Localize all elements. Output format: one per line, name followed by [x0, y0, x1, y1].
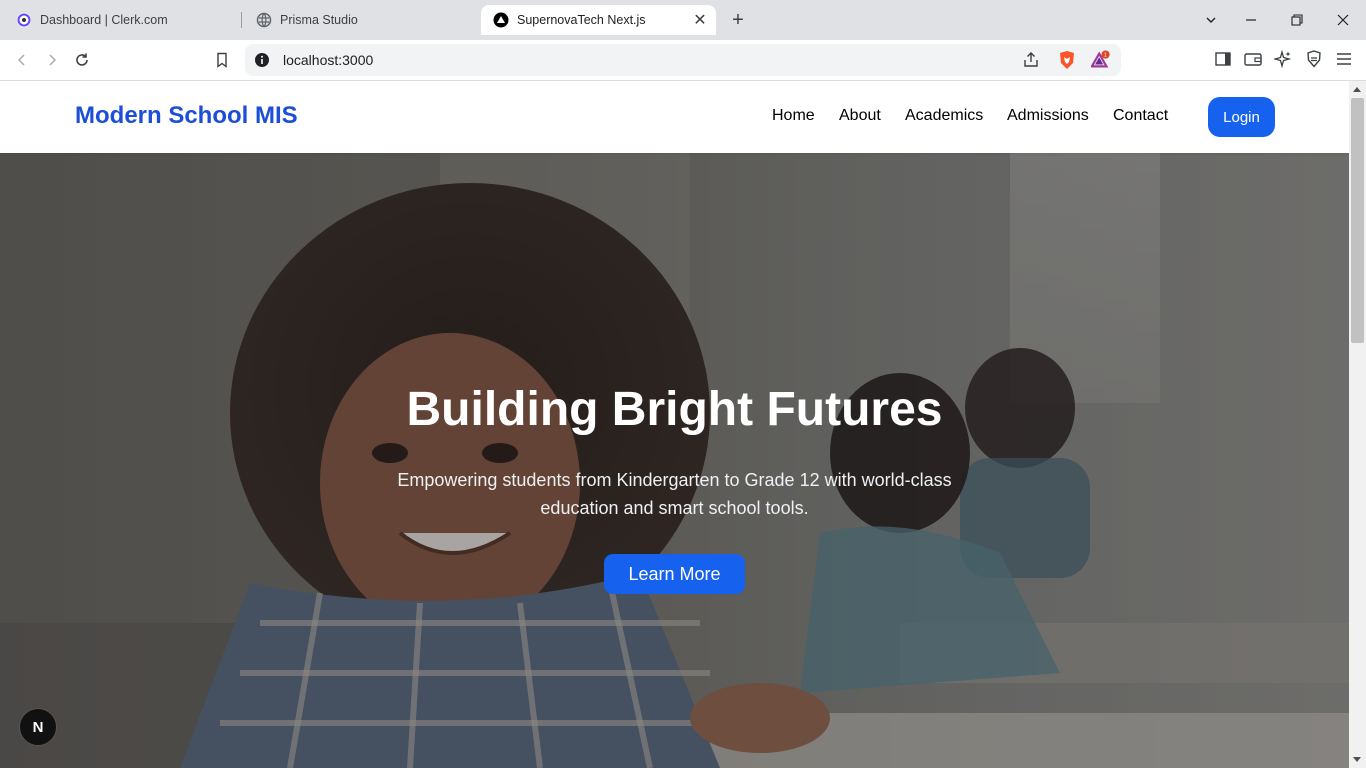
close-tab-icon[interactable]: ✕: [692, 12, 708, 29]
sidebar-icon[interactable]: [1213, 49, 1233, 69]
web-page: Modern School MIS Home About Academics A…: [0, 81, 1349, 768]
leo-ai-icon[interactable]: [1273, 49, 1293, 69]
scrollbar-thumb[interactable]: [1351, 98, 1364, 343]
restore-icon[interactable]: [1285, 8, 1309, 32]
nav-link-admissions[interactable]: Admissions: [1007, 107, 1089, 125]
nav-link-contact[interactable]: Contact: [1113, 107, 1168, 125]
clerk-icon: [16, 12, 32, 28]
tab-title: SupernovaTech Next.js: [517, 13, 646, 27]
login-button[interactable]: Login: [1208, 97, 1275, 137]
nav-link-academics[interactable]: Academics: [905, 107, 983, 125]
tab-title: Dashboard | Clerk.com: [40, 13, 168, 27]
new-tab-button[interactable]: +: [727, 9, 749, 31]
notification-count: 1: [1104, 53, 1107, 59]
forward-icon[interactable]: [40, 48, 64, 72]
brave-rewards-icon[interactable]: 1: [1091, 50, 1111, 70]
menu-icon[interactable]: [1334, 49, 1354, 69]
minimize-icon[interactable]: [1239, 8, 1263, 32]
learn-more-button[interactable]: Learn More: [604, 554, 745, 594]
tab-separator: [241, 12, 242, 28]
hero-section: Building Bright Futures Empowering stude…: [0, 153, 1349, 768]
tab-prisma-studio[interactable]: Prisma Studio: [244, 5, 480, 35]
brave-shields-icon[interactable]: [1057, 50, 1077, 70]
scroll-down-icon[interactable]: [1353, 757, 1361, 762]
tab-title: Prisma Studio: [280, 13, 358, 27]
url-text[interactable]: localhost:3000: [283, 52, 373, 68]
browser-tab-bar: Dashboard | Clerk.com Prisma Studio Supe…: [0, 0, 1366, 40]
nextjs-icon: [493, 12, 509, 28]
tab-supernovatech[interactable]: SupernovaTech Next.js ✕: [481, 5, 716, 35]
tab-search-icon[interactable]: [1199, 8, 1223, 32]
site-header: Modern School MIS Home About Academics A…: [0, 81, 1349, 153]
scroll-up-icon[interactable]: [1353, 87, 1361, 92]
address-bar[interactable]: localhost:3000 1: [245, 44, 1121, 76]
hero-overlay: [0, 153, 1349, 768]
nextjs-dev-indicator[interactable]: N: [19, 708, 57, 746]
site-brand[interactable]: Modern School MIS: [75, 102, 298, 130]
nav-link-about[interactable]: About: [839, 107, 881, 125]
back-icon[interactable]: [10, 48, 34, 72]
vpn-shield-icon[interactable]: [1304, 49, 1324, 69]
globe-icon: [256, 12, 272, 28]
bookmark-icon[interactable]: [210, 48, 234, 72]
nav-link-home[interactable]: Home: [772, 107, 815, 125]
hero-title: Building Bright Futures: [406, 383, 943, 436]
reload-icon[interactable]: [70, 48, 94, 72]
site-info-icon[interactable]: [254, 52, 270, 68]
wallet-icon[interactable]: [1243, 49, 1263, 69]
tab-clerk-dashboard[interactable]: Dashboard | Clerk.com: [4, 5, 240, 35]
browser-toolbar: localhost:3000 1: [0, 40, 1366, 81]
hero-subtitle: Empowering students from Kindergarten to…: [397, 470, 952, 518]
close-window-icon[interactable]: [1331, 8, 1355, 32]
page-scrollbar[interactable]: [1349, 81, 1366, 768]
share-icon[interactable]: [1021, 50, 1041, 70]
